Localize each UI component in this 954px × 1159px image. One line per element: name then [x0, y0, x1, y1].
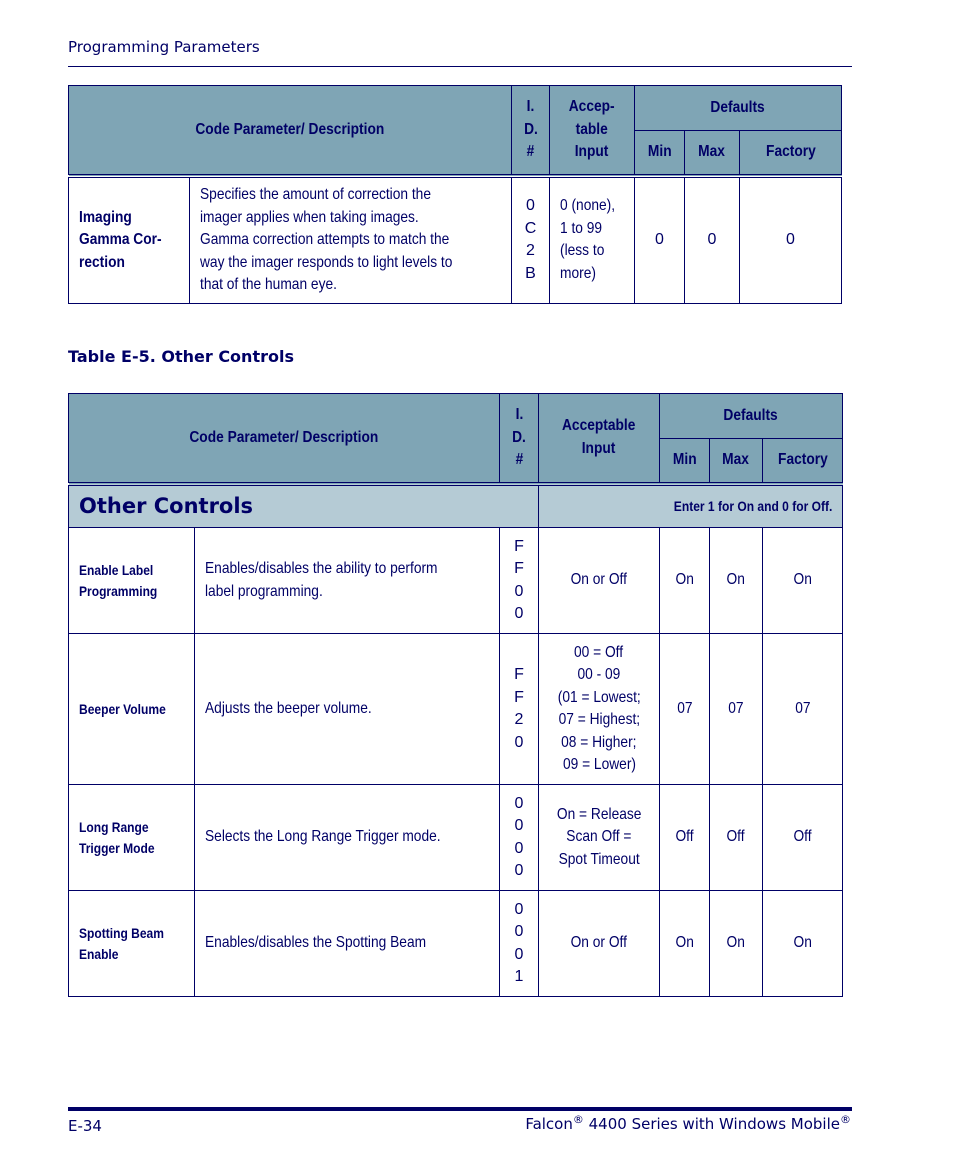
imaging-parameters-table: Code Parameter/ Description I. D. # Accep-…: [68, 85, 842, 304]
table-caption: Table E-5. Other Controls: [68, 347, 294, 366]
table-row: Beeper Volume Adjusts the beeper volume.…: [68, 633, 843, 785]
header-code-parameter: Code Parameter/ Description: [68, 393, 500, 484]
parameter-description: Enables/disables the Spotting Beam: [194, 890, 500, 997]
parameter-description: Selects the Long Range Trigger mode.: [194, 784, 500, 891]
header-acceptable-input: Acceptable Input: [538, 393, 660, 484]
product-title: Falcon® 4400 Series with Windows Mobile®: [525, 1113, 851, 1133]
acceptable-input: 0 (none), 1 to 99 (less to more): [549, 173, 635, 304]
default-min: On: [659, 890, 710, 997]
parameter-name: Imaging Gamma Cor-rection: [68, 173, 190, 304]
default-factory: On: [762, 527, 843, 634]
table-row: Enable Label Programming Enables/disables…: [68, 527, 843, 634]
default-min: On: [659, 527, 710, 634]
section-row: Other Controls Enter 1 for On and 0 for …: [68, 481, 843, 528]
parameter-name: Enable Label Programming: [68, 527, 195, 634]
default-max: 0: [684, 173, 740, 304]
default-max: Off: [709, 784, 763, 891]
parameter-description: Enables/disables the ability to perform l…: [194, 527, 500, 634]
parameter-id: FF20: [499, 633, 539, 785]
other-controls-table: Code Parameter/ Description I. D. # Accept…: [68, 393, 843, 997]
header-factory: Factory: [762, 438, 843, 484]
parameter-description: Specifies the amount of correction the im…: [189, 173, 512, 304]
header-acceptable-input: Accep-table Input: [549, 85, 635, 176]
table-row: Imaging Gamma Cor-rection Specifies the a…: [68, 173, 842, 304]
header-factory: Factory: [739, 130, 842, 176]
parameter-id: 0001: [499, 890, 539, 997]
section-title: Other Controls: [68, 481, 539, 528]
footer-rule: [68, 1107, 852, 1111]
parameter-description: Adjusts the beeper volume.: [194, 633, 500, 785]
default-factory: 07: [762, 633, 843, 785]
header-code-parameter: Code Parameter/ Description: [68, 85, 512, 176]
header-min: Min: [634, 130, 685, 176]
default-factory: On: [762, 890, 843, 997]
table-row: Spotting Beam Enable Enables/disables the…: [68, 890, 843, 997]
page-number: E-34: [68, 1117, 102, 1135]
default-factory: Off: [762, 784, 843, 891]
acceptable-input: On or Off: [538, 890, 660, 997]
header-id: I. D. #: [511, 85, 550, 176]
acceptable-input: 00 = Off 00 - 09 (01 = Lowest; 07 = Highest…: [538, 633, 660, 785]
default-min: 07: [659, 633, 710, 785]
default-factory: 0: [739, 173, 842, 304]
default-min: Off: [659, 784, 710, 891]
default-min: 0: [634, 173, 685, 304]
header-rule: [68, 66, 852, 67]
parameter-name: Spotting Beam Enable: [68, 890, 195, 997]
header-id: I. D. #: [499, 393, 539, 484]
header-defaults: Defaults: [634, 85, 842, 131]
header-max: Max: [709, 438, 763, 484]
default-max: 07: [709, 633, 763, 785]
header-defaults: Defaults: [659, 393, 843, 439]
parameter-id: 0C2B: [511, 173, 550, 304]
default-max: On: [709, 890, 763, 997]
table-row: Long Range Trigger Mode Selects the Long …: [68, 784, 843, 891]
parameter-id: 0000: [499, 784, 539, 891]
header-min: Min: [659, 438, 710, 484]
running-head: Programming Parameters: [68, 38, 260, 56]
section-note: Enter 1 for On and 0 for Off.: [538, 481, 843, 528]
acceptable-input: On = Release Scan Off = Spot Timeout: [538, 784, 660, 891]
parameter-name: Beeper Volume: [68, 633, 195, 785]
header-max: Max: [684, 130, 740, 176]
parameter-name: Long Range Trigger Mode: [68, 784, 195, 891]
parameter-id: FF00: [499, 527, 539, 634]
acceptable-input: On or Off: [538, 527, 660, 634]
default-max: On: [709, 527, 763, 634]
